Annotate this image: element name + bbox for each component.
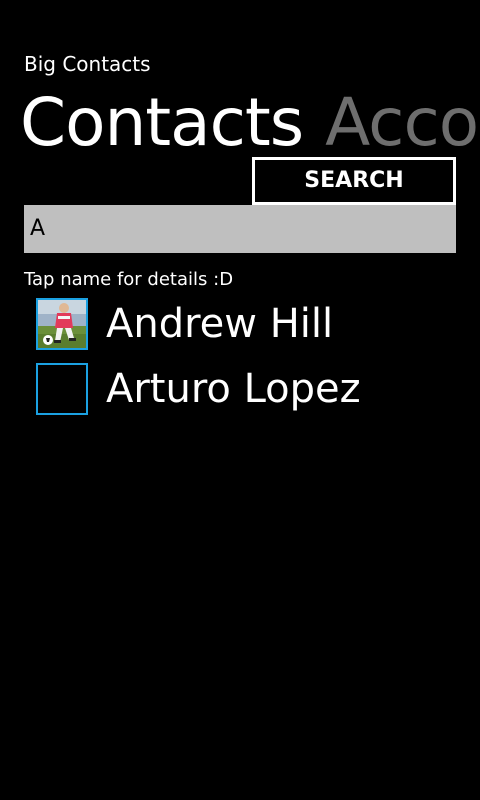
hint-text: Tap name for details :D [24,269,234,290]
app-title: Big Contacts [24,52,151,76]
contact-list: Andrew Hill Arturo Lopez [36,298,466,428]
list-item-contact[interactable]: Andrew Hill [36,298,466,350]
pivot-header-bar: Contacts Accou [20,82,480,164]
search-button[interactable]: SEARCH [252,157,456,205]
pivot-header-contacts[interactable]: Contacts [20,82,304,164]
search-input[interactable]: A [24,205,456,253]
contact-name: Andrew Hill [106,301,334,347]
avatar [36,298,88,350]
list-item-contact[interactable]: Arturo Lopez [36,363,466,415]
pivot-header-accounts[interactable]: Accou [325,82,480,164]
soccer-player-photo-icon [38,300,86,348]
contact-name: Arturo Lopez [106,366,361,412]
avatar [36,363,88,415]
